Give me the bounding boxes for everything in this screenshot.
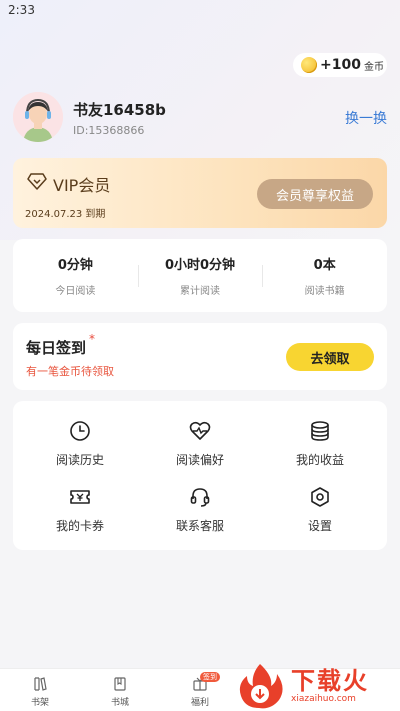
tab-bookstore[interactable]: 书城 bbox=[100, 676, 140, 708]
stat-books-read: 0本 阅读书籍 bbox=[262, 239, 387, 312]
menu-item-my-coupons[interactable]: 我的卡券 bbox=[25, 486, 135, 536]
menu-item-reading-preference[interactable]: 阅读偏好 bbox=[145, 420, 255, 470]
menu-item-reading-history[interactable]: 阅读历史 bbox=[25, 420, 135, 470]
watermark-text: 下载火 bbox=[291, 666, 369, 695]
tab-bookshelf[interactable]: 书架 bbox=[20, 676, 60, 708]
status-bar-time: 2:33 bbox=[8, 3, 35, 17]
tab-label: 书架 bbox=[30, 698, 49, 708]
avatar[interactable] bbox=[13, 92, 63, 142]
tab-welfare[interactable]: 福利 签到 bbox=[180, 672, 220, 708]
checkin-red-dot: * bbox=[89, 332, 95, 346]
ticket-icon bbox=[70, 490, 90, 504]
heart-pulse-icon bbox=[189, 421, 211, 440]
bookshelf-icon bbox=[34, 677, 47, 691]
stat-today-reading: 0分钟 今日阅读 bbox=[13, 239, 138, 312]
daily-checkin-card: 每日签到 * 有一笔金币待领取 去领取 bbox=[13, 323, 387, 390]
tab-label: 书城 bbox=[110, 698, 129, 708]
menu-item-settings[interactable]: 设置 bbox=[265, 486, 375, 536]
flame-logo-icon bbox=[239, 663, 283, 708]
stat-value: 0本 bbox=[313, 258, 336, 273]
checkin-title: 每日签到 bbox=[26, 339, 87, 357]
headset-icon bbox=[190, 488, 210, 507]
stat-value: 0分钟 bbox=[57, 258, 93, 273]
site-watermark: 下载火 xiazaihuo.com bbox=[233, 660, 398, 711]
menu-item-my-earnings[interactable]: 我的收益 bbox=[265, 420, 375, 470]
user-id: ID:15368866 bbox=[73, 124, 145, 137]
username: 书友16458b bbox=[73, 101, 166, 119]
stat-label: 今日阅读 bbox=[55, 286, 96, 297]
avatar-illustration-icon bbox=[13, 92, 63, 142]
menu-item-customer-service[interactable]: 联系客服 bbox=[145, 486, 255, 536]
settings-icon bbox=[311, 487, 329, 507]
coin-amount: +100 bbox=[320, 57, 361, 73]
vip-title: VIP会员 bbox=[53, 176, 111, 195]
coin-unit: 金币 bbox=[363, 61, 384, 73]
claim-button[interactable]: 去领取 bbox=[286, 343, 374, 371]
checkin-subtitle: 有一笔金币待领取 bbox=[26, 365, 114, 378]
reading-stats-card: 0分钟 今日阅读 0小时0分钟 累计阅读 0本 阅读书籍 bbox=[13, 239, 387, 312]
menu-label: 我的收益 bbox=[295, 453, 344, 467]
coin-reward-pill[interactable]: +100 金币 bbox=[293, 53, 387, 77]
switch-account-button[interactable]: 换一换 bbox=[345, 108, 387, 128]
menu-label: 我的卡券 bbox=[55, 519, 104, 533]
watermark-url: xiazaihuo.com bbox=[291, 693, 356, 704]
vip-expire-date: 2024.07.23 到期 bbox=[25, 209, 106, 220]
vip-benefits-button[interactable]: 会员尊享权益 bbox=[257, 179, 373, 209]
stat-label: 阅读书籍 bbox=[304, 286, 345, 297]
tab-label: 福利 bbox=[190, 698, 209, 708]
book-icon bbox=[114, 677, 126, 691]
menu-label: 阅读历史 bbox=[55, 453, 104, 467]
stat-label: 累计阅读 bbox=[180, 286, 220, 297]
clock-icon bbox=[70, 421, 90, 441]
vip-card[interactable]: VIP会员 2024.07.23 到期 会员尊享权益 bbox=[13, 158, 387, 228]
checkin-badge: 签到 bbox=[200, 672, 220, 682]
vip-diamond-icon bbox=[27, 173, 47, 190]
stat-total-reading: 0小时0分钟 累计阅读 bbox=[137, 239, 263, 312]
coins-stack-icon bbox=[311, 421, 329, 441]
menu-label: 设置 bbox=[307, 519, 332, 533]
feature-menu-card: 阅读历史 阅读偏好 我的收益 我的卡券 联系客服 设置 bbox=[13, 401, 387, 550]
stat-value: 0小时0分钟 bbox=[164, 258, 236, 273]
coin-icon bbox=[301, 57, 317, 73]
menu-label: 阅读偏好 bbox=[175, 453, 224, 467]
menu-label: 联系客服 bbox=[175, 519, 224, 533]
